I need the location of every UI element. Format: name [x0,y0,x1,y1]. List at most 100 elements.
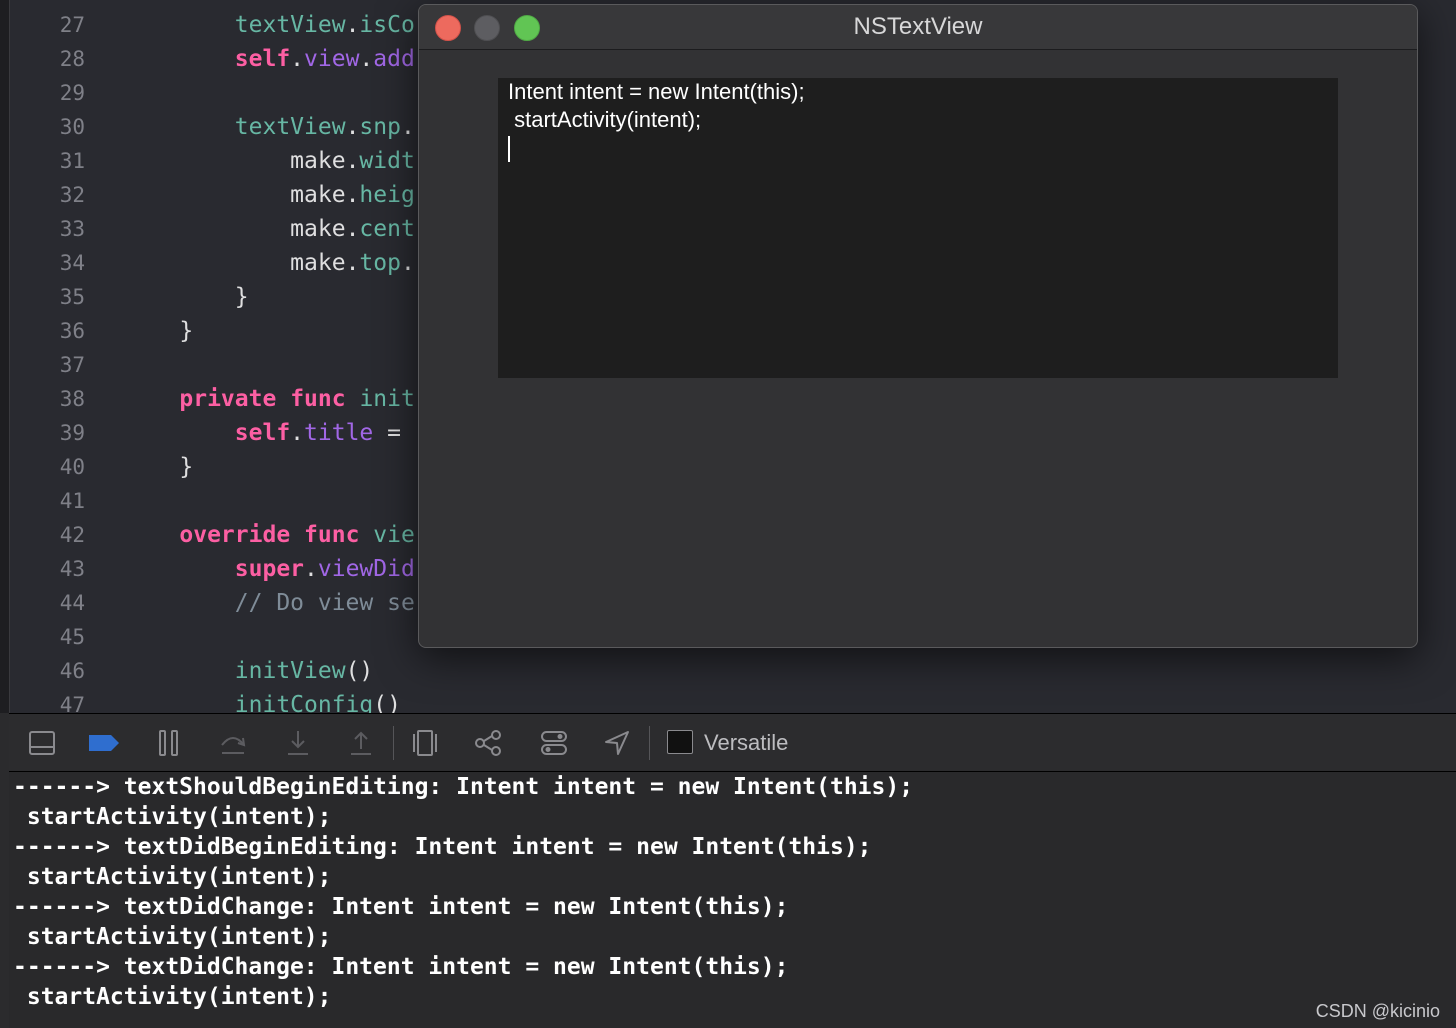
line-number: 39 [59,421,85,445]
code-token: make [290,250,346,276]
line-number: 28 [59,47,85,71]
code-token: } [124,318,194,344]
code-token: . [345,114,360,140]
code-text: } [124,314,193,348]
console-line: ------> textShouldBeginEditing: Intent i… [13,774,914,800]
code-token: } [124,454,194,480]
line-number: 45 [59,625,85,649]
console-line: ------> textDidChange: Intent intent = n… [13,894,789,920]
hide-debug-area-button[interactable] [25,728,59,758]
simulate-location-button[interactable] [600,728,634,758]
code-token: textView [234,114,346,140]
code-token: () [373,692,401,713]
code-text: make.top. [124,246,415,280]
code-text: override func vie [124,518,415,552]
nstextview-window[interactable]: NSTextView Intent intent = new Intent(th… [418,4,1418,648]
code-token: make [290,216,346,242]
breakpoints-toggle-button[interactable] [87,728,121,758]
minimize-window-button[interactable] [474,15,500,41]
step-out-button[interactable] [344,728,378,758]
step-out-icon [351,731,371,755]
step-over-icon [221,737,246,754]
code-token: override [179,522,291,548]
code-token: heig [359,182,415,208]
step-into-icon [288,731,308,755]
hide-debug-area-icon [29,731,55,755]
terminal-app-icon [667,730,693,754]
code-token: snp [359,114,401,140]
code-token: init [359,386,415,412]
code-token: . [345,216,360,242]
text-caret [508,136,510,162]
debug-console[interactable]: ------> textShouldBeginEditing: Intent i… [9,772,1456,1028]
console-line: ------> textDidBeginEditing: Intent inte… [13,834,872,860]
line-number: 41 [59,489,85,513]
console-line: startActivity(intent); [13,924,332,950]
breakpoints-icon [89,735,119,751]
window-titlebar[interactable]: NSTextView [419,5,1417,50]
step-over-button[interactable] [216,728,250,758]
zoom-window-button[interactable] [514,15,540,41]
pause-button[interactable] [152,728,186,758]
window-title: NSTextView [853,13,983,40]
code-token: . [345,250,360,276]
pause-icon [159,730,178,756]
line-number: 38 [59,387,85,411]
simulate-location-icon [605,731,629,755]
close-window-button[interactable] [435,15,461,41]
line-number: 34 [59,251,85,275]
line-number: 46 [59,659,85,683]
code-token: . [290,46,305,72]
code-token: widt [359,148,415,174]
console-line: startActivity(intent); [13,804,332,830]
code-token: . [304,556,318,582]
code-token: initConfig [234,692,374,713]
code-text: make.heig [124,178,415,212]
text-view[interactable]: Intent intent = new Intent(this); startA… [498,78,1338,378]
code-line[interactable]: 46 initView() [10,654,1450,688]
code-token: . [345,148,360,174]
code-token: vie [373,522,415,548]
code-token: private [179,386,277,412]
process-target-label[interactable]: Versatile [704,728,788,758]
code-token: top [359,250,401,276]
code-token: initView [234,658,346,684]
code-token: . [290,420,305,446]
console-line: ------> textDidChange: Intent intent = n… [13,954,789,980]
memory-graph-icon [475,730,501,756]
line-number: 27 [59,13,85,37]
code-text: initView() [124,654,373,688]
line-number: 31 [59,149,85,173]
line-number: 37 [59,353,85,377]
code-text: self.view.add [124,42,415,76]
line-number: 30 [59,115,85,139]
code-token: cent [359,216,415,242]
view-hierarchy-button[interactable] [408,728,442,758]
code-token: self [234,46,291,72]
toolbar-separator [393,726,394,760]
code-token: make [290,182,346,208]
toolbar-separator [649,726,650,760]
line-number: 35 [59,285,85,309]
step-into-button[interactable] [281,728,315,758]
code-line[interactable]: 47 initConfig() [10,688,1450,713]
code-text: } [124,450,193,484]
memory-graph-button[interactable] [472,728,506,758]
code-token: func [304,522,360,548]
view-hierarchy-icon [413,730,437,756]
line-number: 29 [59,81,85,105]
code-text: } [124,280,249,314]
environment-overrides-button[interactable] [537,728,571,758]
code-token: self [234,420,291,446]
